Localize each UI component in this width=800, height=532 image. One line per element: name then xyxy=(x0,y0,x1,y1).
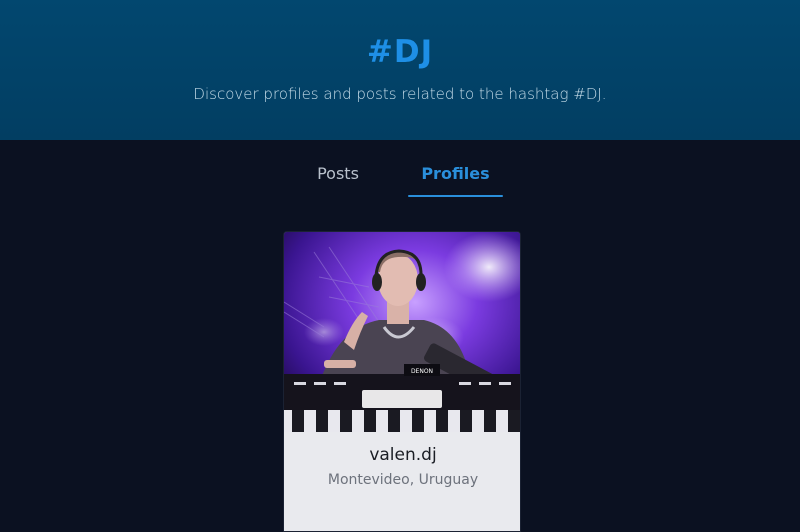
page-subtitle: Discover profiles and posts related to t… xyxy=(193,85,607,103)
mixer-brand-label: DENON xyxy=(411,368,433,375)
hero-banner: #DJ Discover profiles and posts related … xyxy=(0,0,800,140)
profile-card[interactable]: DENON valen.dj Montevideo, Uruguay xyxy=(283,231,521,532)
profile-location: Montevideo, Uruguay xyxy=(327,472,479,488)
profile-name[interactable]: valen.dj xyxy=(284,445,520,465)
tab-posts[interactable]: Posts xyxy=(300,164,376,198)
active-tab-indicator xyxy=(408,195,503,197)
tab-profiles[interactable]: Profiles xyxy=(408,164,503,198)
page-title: #DJ xyxy=(366,34,434,70)
profile-photo[interactable]: DENON xyxy=(284,232,521,432)
tab-bar: Posts Profiles xyxy=(0,140,800,210)
